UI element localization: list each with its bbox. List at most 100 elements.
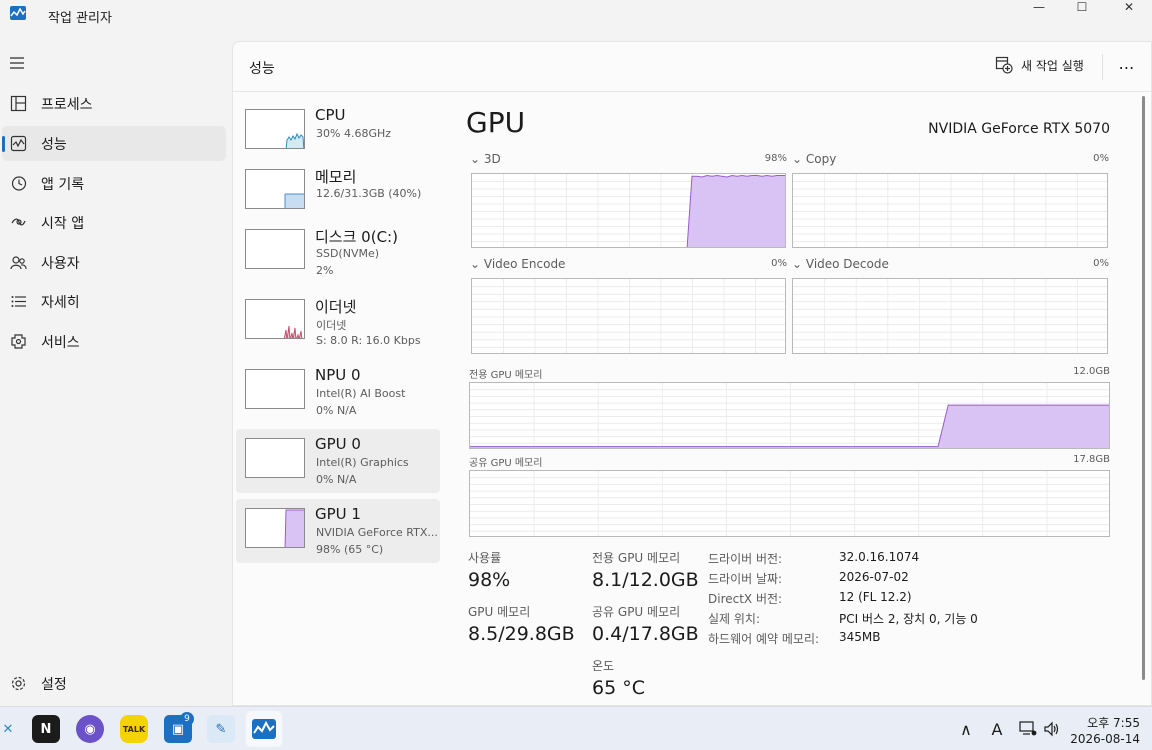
- header-divider: [233, 91, 1151, 92]
- gpu-memory-value: 8.5/29.8GB: [468, 623, 575, 645]
- engine-label: Video Encode: [483, 257, 566, 271]
- resource-name: 디스크 0(C:): [315, 228, 398, 246]
- nav-item-settings[interactable]: 설정: [2, 666, 226, 701]
- resource-detail-2: 0% N/A: [316, 404, 357, 417]
- notification-badge: 9: [180, 712, 194, 726]
- chevron-down-icon: ⌄: [470, 152, 484, 166]
- nav-item-users[interactable]: 사용자: [2, 245, 226, 280]
- dedicated-memory-label: 전용 GPU 메모리: [469, 370, 543, 381]
- resource-name: GPU 0: [315, 435, 361, 453]
- resource-name: GPU 1: [315, 505, 361, 523]
- driver-version-value: 32.0.16.1074: [839, 550, 920, 564]
- nav-item-app-history[interactable]: 앱 기록: [2, 166, 226, 201]
- more-options-button[interactable]: ⋯: [1113, 54, 1141, 80]
- dedicated-memory-stat-value: 8.1/12.0GB: [592, 569, 699, 591]
- network-icon[interactable]: [1019, 720, 1037, 738]
- chevron-down-icon: ⌄: [792, 257, 806, 271]
- run-new-task-button[interactable]: 새 작업 실행: [995, 56, 1084, 74]
- utilization-label: 사용률: [468, 551, 502, 565]
- nav-label: 시작 앱: [41, 215, 85, 232]
- resource-detail: Intel(R) AI Boost: [316, 387, 406, 400]
- temperature-value: 65 °C: [592, 677, 645, 699]
- engine-selector-video-decode[interactable]: ⌄ Video Decode: [792, 257, 889, 271]
- utilization-value: 98%: [468, 569, 511, 591]
- engine-label: Video Decode: [805, 257, 889, 271]
- resource-item-npu-0[interactable]: NPU 0 Intel(R) AI Boost 0% N/A: [236, 360, 440, 424]
- nav-label: 사용자: [41, 255, 80, 272]
- resource-name: NPU 0: [315, 366, 361, 384]
- gpu-1-thumbnail-graph: [245, 508, 305, 548]
- nav-label: 설정: [41, 676, 67, 693]
- resource-item-disk[interactable]: 디스크 0(C:) SSD(NVMe) 2%: [236, 220, 440, 284]
- paint-app-icon[interactable]: ✎: [207, 715, 235, 743]
- resource-item-gpu-1[interactable]: GPU 1 NVIDIA GeForce RTX... 98% (65 °C): [236, 499, 440, 563]
- copilot-app-icon[interactable]: ✕: [0, 715, 22, 743]
- engine-percent: 0%: [1093, 258, 1109, 269]
- minimize-button[interactable]: —: [1016, 0, 1062, 14]
- shared-memory-max: 17.8GB: [1073, 454, 1110, 465]
- engine-graph-video-encode: [471, 278, 786, 354]
- resource-item-gpu-0[interactable]: GPU 0 Intel(R) Graphics 0% N/A: [236, 429, 440, 493]
- show-hidden-icons-chevron-icon[interactable]: ∧: [957, 720, 975, 739]
- notion-app-icon[interactable]: N: [32, 715, 60, 743]
- performance-icon: [10, 135, 27, 152]
- hamburger-menu-icon[interactable]: [8, 54, 26, 72]
- nav-item-processes[interactable]: 프로세스: [2, 86, 226, 121]
- task-manager-logo-icon: [10, 6, 26, 20]
- engine-label: Copy: [805, 152, 837, 166]
- volume-icon[interactable]: [1043, 720, 1061, 738]
- input-method-icon[interactable]: A: [988, 720, 1006, 739]
- taskbar: ✕ N ◉ TALK ▣ 9 ✎ ∧ A 오후 7:55 2026-08-14: [0, 706, 1152, 750]
- resource-name: 메모리: [315, 168, 357, 186]
- gpu-heading: GPU: [466, 106, 526, 139]
- maximize-button[interactable]: ☐: [1059, 0, 1105, 14]
- settings-gear-icon: [11, 676, 26, 691]
- physical-location-value: PCI 버스 2, 장치 0, 기능 0: [839, 612, 978, 626]
- services-icon: [11, 334, 26, 349]
- engine-percent: 0%: [771, 258, 787, 269]
- chevron-down-icon: ⌄: [792, 152, 806, 166]
- page-title: 성능: [249, 61, 275, 77]
- hardware-reserved-memory-key: 하드웨어 예약 메모리:: [708, 632, 820, 646]
- resource-detail: 30% 4.68GHz: [316, 127, 392, 140]
- nav-item-startup-apps[interactable]: 시작 앱: [2, 205, 226, 240]
- kakaotalk-app-icon[interactable]: TALK: [120, 715, 148, 743]
- run-new-task-label: 새 작업 실행: [1021, 58, 1084, 73]
- engine-selector-video-encode[interactable]: ⌄ Video Encode: [470, 257, 565, 271]
- resource-detail-2: 98% (65 °C): [316, 543, 384, 556]
- nav-item-services[interactable]: 서비스: [2, 324, 226, 359]
- scrollbar-thumb[interactable]: [1142, 96, 1145, 680]
- clock-time[interactable]: 오후 7:55: [1087, 714, 1140, 731]
- performance-panel: 성능 새 작업 실행 ⋯ CPU 30% 4.68GHz 메모리 12.6/31…: [232, 41, 1152, 706]
- resource-detail: Intel(R) Graphics: [316, 456, 409, 469]
- temperature-label: 온도: [592, 659, 615, 673]
- close-button[interactable]: ✕: [1106, 0, 1152, 14]
- cpu-thumbnail-graph: [245, 109, 305, 149]
- engine-selector-3d[interactable]: ⌄ 3D: [470, 152, 501, 166]
- users-icon: [10, 256, 27, 270]
- chevron-down-icon: ⌄: [470, 257, 484, 271]
- nav-item-details[interactable]: 자세히: [2, 284, 226, 319]
- discord-app-icon[interactable]: ◉: [76, 715, 104, 743]
- resource-detail: SSD(NVMe): [316, 247, 380, 260]
- resource-item-ethernet[interactable]: 이더넷 이더넷 S: 8.0 R: 16.0 Kbps: [236, 290, 440, 354]
- hardware-reserved-memory-value: 345MB: [839, 630, 881, 644]
- physical-location-key: 실제 위치:: [708, 612, 761, 626]
- resource-item-memory[interactable]: 메모리 12.6/31.3GB (40%): [236, 160, 440, 224]
- nav-item-performance[interactable]: 성능: [2, 126, 226, 161]
- driver-date-value: 2026-07-02: [839, 570, 909, 584]
- window-title: 작업 관리자: [48, 11, 112, 26]
- ethernet-thumbnail-graph: [245, 299, 305, 339]
- clock-date[interactable]: 2026-08-14: [1070, 732, 1140, 746]
- resource-detail-2: S: 8.0 R: 16.0 Kbps: [316, 334, 421, 347]
- engine-selector-copy[interactable]: ⌄ Copy: [792, 152, 836, 166]
- resource-item-cpu[interactable]: CPU 30% 4.68GHz: [236, 100, 440, 164]
- resource-detail: NVIDIA GeForce RTX...: [316, 526, 438, 539]
- title-bar: 작업 관리자 — ☐ ✕: [0, 0, 1152, 32]
- nav-label: 자세히: [41, 294, 80, 311]
- nav-label: 서비스: [41, 334, 80, 351]
- engine-percent: 0%: [1093, 153, 1109, 164]
- task-manager-taskbar-icon[interactable]: [250, 715, 278, 743]
- engine-percent: 98%: [764, 153, 787, 164]
- engine-graph-3d: [471, 173, 786, 248]
